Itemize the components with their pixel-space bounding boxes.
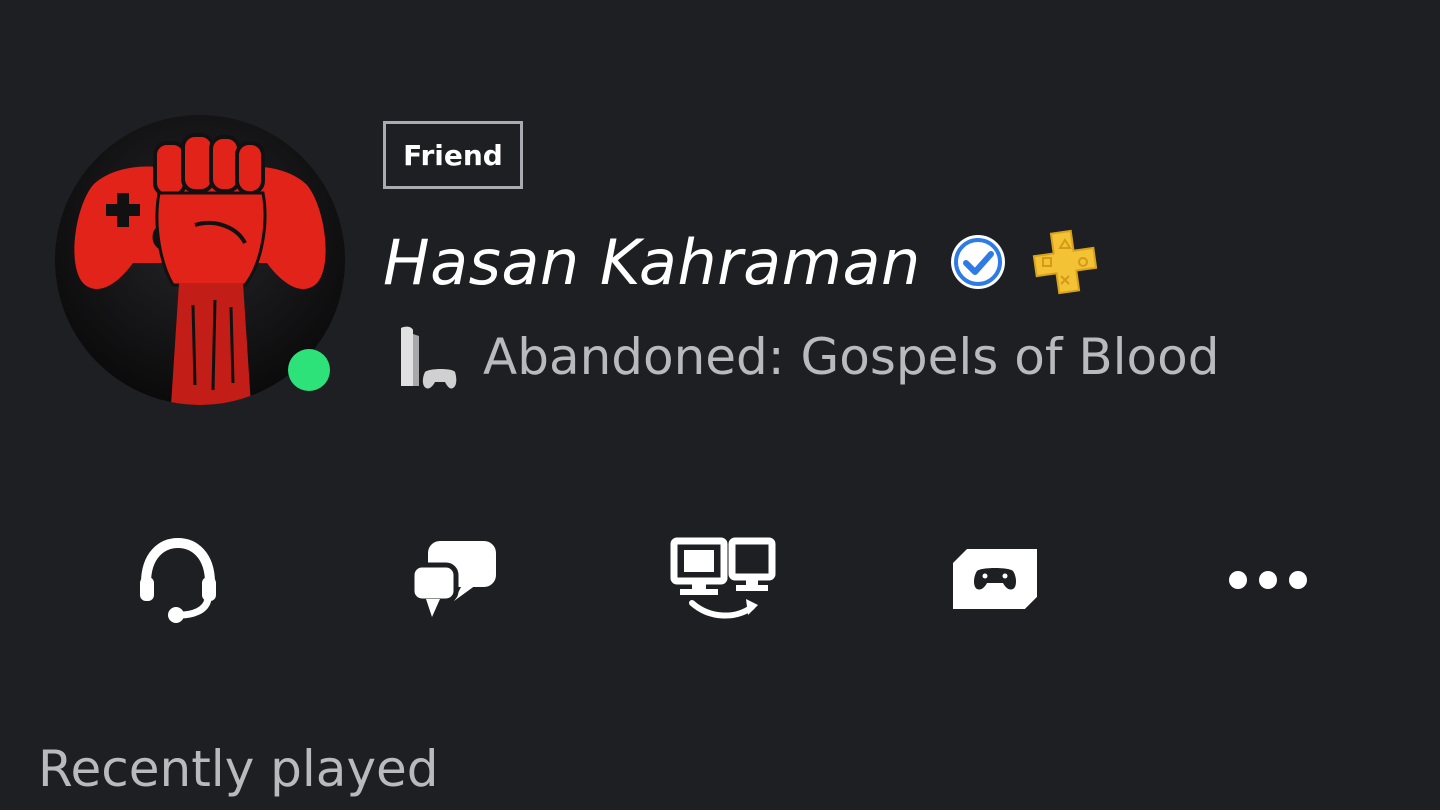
ellipsis-icon bbox=[1229, 571, 1307, 589]
profile-name: Hasan Kahraman bbox=[383, 225, 921, 299]
screen-share-icon bbox=[670, 537, 776, 619]
relationship-badge: Friend bbox=[383, 121, 523, 189]
now-playing-row: Abandoned: Gospels of Blood bbox=[395, 322, 1219, 392]
online-status-indicator bbox=[288, 349, 330, 391]
more-options-button[interactable] bbox=[1208, 530, 1328, 630]
now-playing-game: Abandoned: Gospels of Blood bbox=[483, 328, 1220, 386]
ps5-console-icon bbox=[401, 326, 457, 389]
friend-profile-screen: Friend Hasan Kahraman Abandoned: Gospels… bbox=[0, 0, 1440, 810]
message-button[interactable] bbox=[392, 530, 512, 630]
share-screen-button[interactable] bbox=[662, 530, 782, 630]
controller-screen-icon bbox=[953, 549, 1037, 611]
chat-bubbles-icon bbox=[409, 541, 496, 617]
voice-chat-button[interactable] bbox=[118, 530, 238, 630]
recently-played-heading: Recently played bbox=[38, 740, 439, 798]
profile-name-row: Hasan Kahraman bbox=[383, 222, 1101, 302]
headset-icon bbox=[140, 537, 216, 623]
verified-icon bbox=[950, 235, 1005, 289]
ps-plus-icon bbox=[1032, 229, 1098, 295]
share-play-button[interactable] bbox=[935, 530, 1055, 630]
